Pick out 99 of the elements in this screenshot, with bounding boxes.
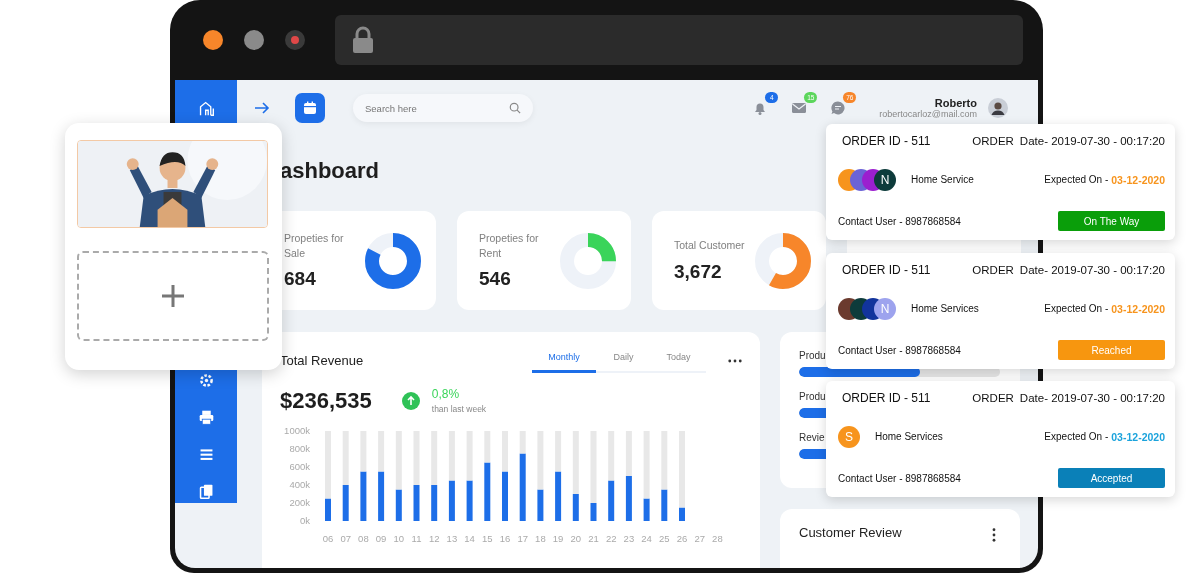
page-title: ashboard (280, 158, 380, 183)
calendar-icon (303, 101, 317, 115)
order-date: Date- 2019-07-30 - 00:17:20 (1019, 264, 1165, 276)
stat-label: Total Customer (674, 238, 746, 253)
arrow-up-icon (401, 391, 420, 410)
search-field[interactable]: Search here (353, 94, 533, 122)
gear-icon[interactable] (197, 372, 215, 389)
axis-label: 13 (446, 533, 458, 544)
contact-text: Contact User - 8987868584 (838, 344, 961, 356)
order-date: Date- 2019-07-30 - 00:17:20 (1019, 135, 1165, 147)
stat-label: Propeties for Sale (284, 230, 345, 261)
mail-icon[interactable] (791, 100, 808, 116)
period-tab[interactable]: Daily (596, 348, 651, 373)
donut-chart (559, 231, 617, 290)
axis-label: 19 (552, 533, 564, 544)
order-label: ORDER (972, 135, 1014, 147)
panel-title: Total Revenue (280, 353, 364, 368)
stat-value: 546 (479, 268, 511, 291)
period-tab[interactable]: Monthly (532, 348, 596, 373)
axis-label: 06 (322, 533, 334, 544)
stat-value: 3,672 (674, 260, 722, 283)
service-name: Home Services (875, 431, 943, 442)
progress-label: Revie (799, 432, 825, 443)
copy-icon[interactable] (197, 483, 215, 500)
axis-label: 21 (588, 533, 599, 544)
plus-icon (162, 285, 184, 307)
avatar-circle: N (874, 297, 896, 320)
avatar-circle: N (874, 168, 896, 191)
axis-label: 28 (712, 533, 723, 544)
axis-label: 08 (358, 533, 369, 544)
arrow-icon[interactable] (254, 102, 270, 114)
axis-label: 600k (289, 461, 310, 472)
axis-label: 11 (411, 533, 422, 544)
expected-label: Expected On - (1044, 430, 1109, 443)
axis-label: 200k (289, 497, 310, 508)
axis-label: 18 (535, 533, 546, 544)
window-dot-icon[interactable] (244, 30, 264, 50)
printer-icon[interactable] (197, 409, 215, 426)
axis-label: 23 (623, 533, 635, 544)
status-button[interactable]: Accepted (1058, 468, 1165, 488)
change-note: than last week (431, 404, 487, 414)
service-name: Home Service (911, 174, 974, 185)
progress-label: Produ (799, 350, 826, 361)
donut-chart (364, 231, 422, 290)
order-id: ORDER ID - 511 (841, 134, 931, 148)
axis-label: 17 (517, 533, 528, 544)
expected-label: Expected On - (1044, 173, 1109, 186)
axis-label: 400k (289, 479, 310, 490)
expected-date: 03-12-2020 (1111, 302, 1165, 315)
search-icon[interactable] (509, 102, 521, 114)
axis-label: 24 (641, 533, 652, 544)
axis-label: 20 (570, 533, 582, 544)
order-id: ORDER ID - 511 (841, 263, 931, 277)
axis-label: 1000k (284, 426, 310, 436)
panel-title: Customer Review (799, 525, 902, 540)
axis-label: 25 (659, 533, 670, 544)
avatar-circle: S (838, 425, 860, 448)
axis-label: 15 (482, 533, 493, 544)
change-percent: 0,8% (431, 387, 460, 401)
contact-text: Contact User - 8987868584 (838, 215, 961, 227)
window-dot-icon[interactable] (285, 30, 305, 50)
expected-label: Expected On - (1044, 302, 1109, 315)
status-button[interactable]: Reached (1058, 340, 1165, 360)
axis-label: 10 (393, 533, 405, 544)
expected-date: 03-12-2020 (1111, 430, 1165, 443)
axis-label: 0k (299, 515, 310, 526)
axis-label: 09 (375, 533, 387, 544)
axis-label: 26 (676, 533, 688, 544)
axis-label: 14 (464, 533, 475, 544)
order-date: Date- 2019-07-30 - 00:17:20 (1019, 392, 1165, 404)
axis-label: 12 (428, 533, 440, 544)
chat-icon[interactable] (830, 100, 847, 116)
axis-label: 22 (605, 533, 617, 544)
order-id: ORDER ID - 511 (841, 391, 931, 405)
donut-chart (754, 231, 812, 290)
axis-label: 800k (289, 443, 310, 454)
user-name: Roberto (934, 97, 977, 109)
window-dot-icon[interactable] (203, 30, 223, 50)
stat-value: 684 (284, 268, 316, 291)
revenue-amount: $236,535 (280, 387, 372, 414)
user-email: robertocarloz@mail.com (879, 109, 977, 119)
order-label: ORDER (972, 392, 1014, 404)
progress-label: Produ (799, 391, 826, 402)
order-label: ORDER (972, 264, 1014, 276)
more-icon[interactable] (728, 358, 742, 363)
avatar-icon[interactable] (988, 98, 1008, 118)
axis-label: 07 (340, 533, 351, 544)
contact-text: Contact User - 8987868584 (838, 472, 961, 484)
lock-icon (351, 26, 375, 54)
more-icon[interactable] (992, 528, 996, 542)
status-button[interactable]: On The Way (1058, 211, 1165, 231)
calendar-button[interactable] (295, 93, 325, 123)
service-name: Home Services (911, 303, 979, 314)
axis-label: 16 (499, 533, 511, 544)
period-tab[interactable]: Today (651, 348, 706, 373)
axis-label: 27 (694, 533, 705, 544)
building-icon[interactable] (197, 100, 215, 117)
expected-date: 03-12-2020 (1111, 173, 1165, 186)
stat-label: Propeties for Rent (479, 230, 540, 261)
